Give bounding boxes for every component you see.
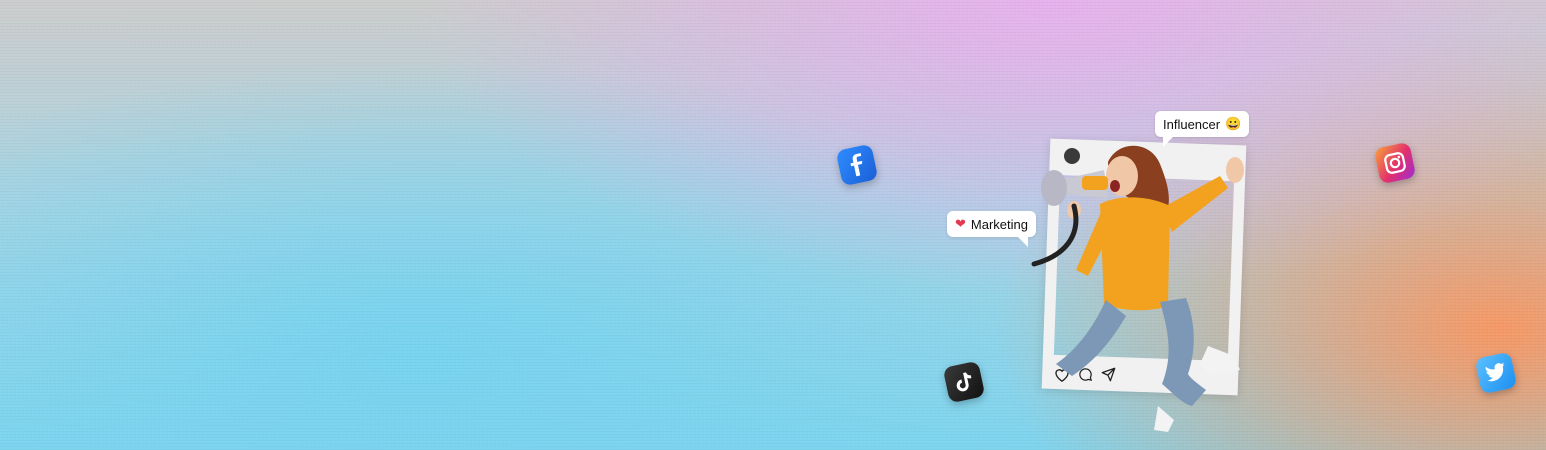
grinning-emoji-icon: 😀 [1225, 116, 1242, 131]
marketing-label: Marketing [970, 216, 1028, 232]
hero-banner: Influencer 😀 ❤ Marketing [0, 0, 1546, 450]
noise-overlay [0, 0, 1546, 450]
person-with-megaphone-image [1031, 145, 1244, 432]
heart-icon: ❤ [955, 216, 966, 231]
marketing-tag: ❤ Marketing [947, 211, 1036, 247]
influencer-tag: Influencer 😀 [1155, 111, 1250, 147]
influencer-label: Influencer [1163, 116, 1221, 132]
